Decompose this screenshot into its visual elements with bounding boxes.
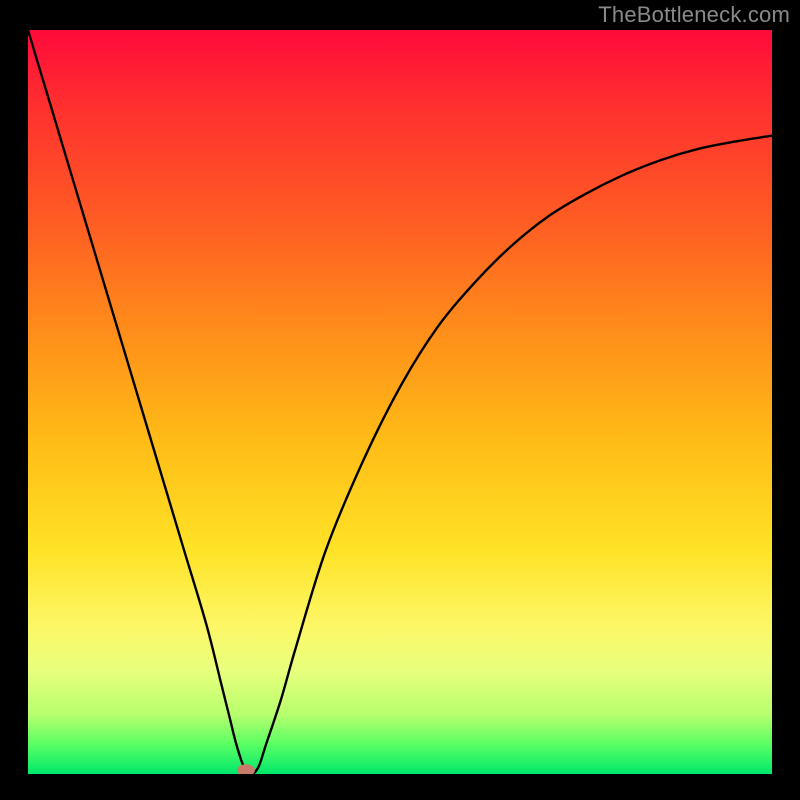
plot-area — [28, 30, 772, 774]
chart-frame: TheBottleneck.com — [0, 0, 800, 800]
bottleneck-curve — [28, 30, 772, 774]
chart-svg — [28, 30, 772, 774]
minimum-marker — [237, 764, 255, 774]
watermark-text: TheBottleneck.com — [598, 2, 790, 28]
